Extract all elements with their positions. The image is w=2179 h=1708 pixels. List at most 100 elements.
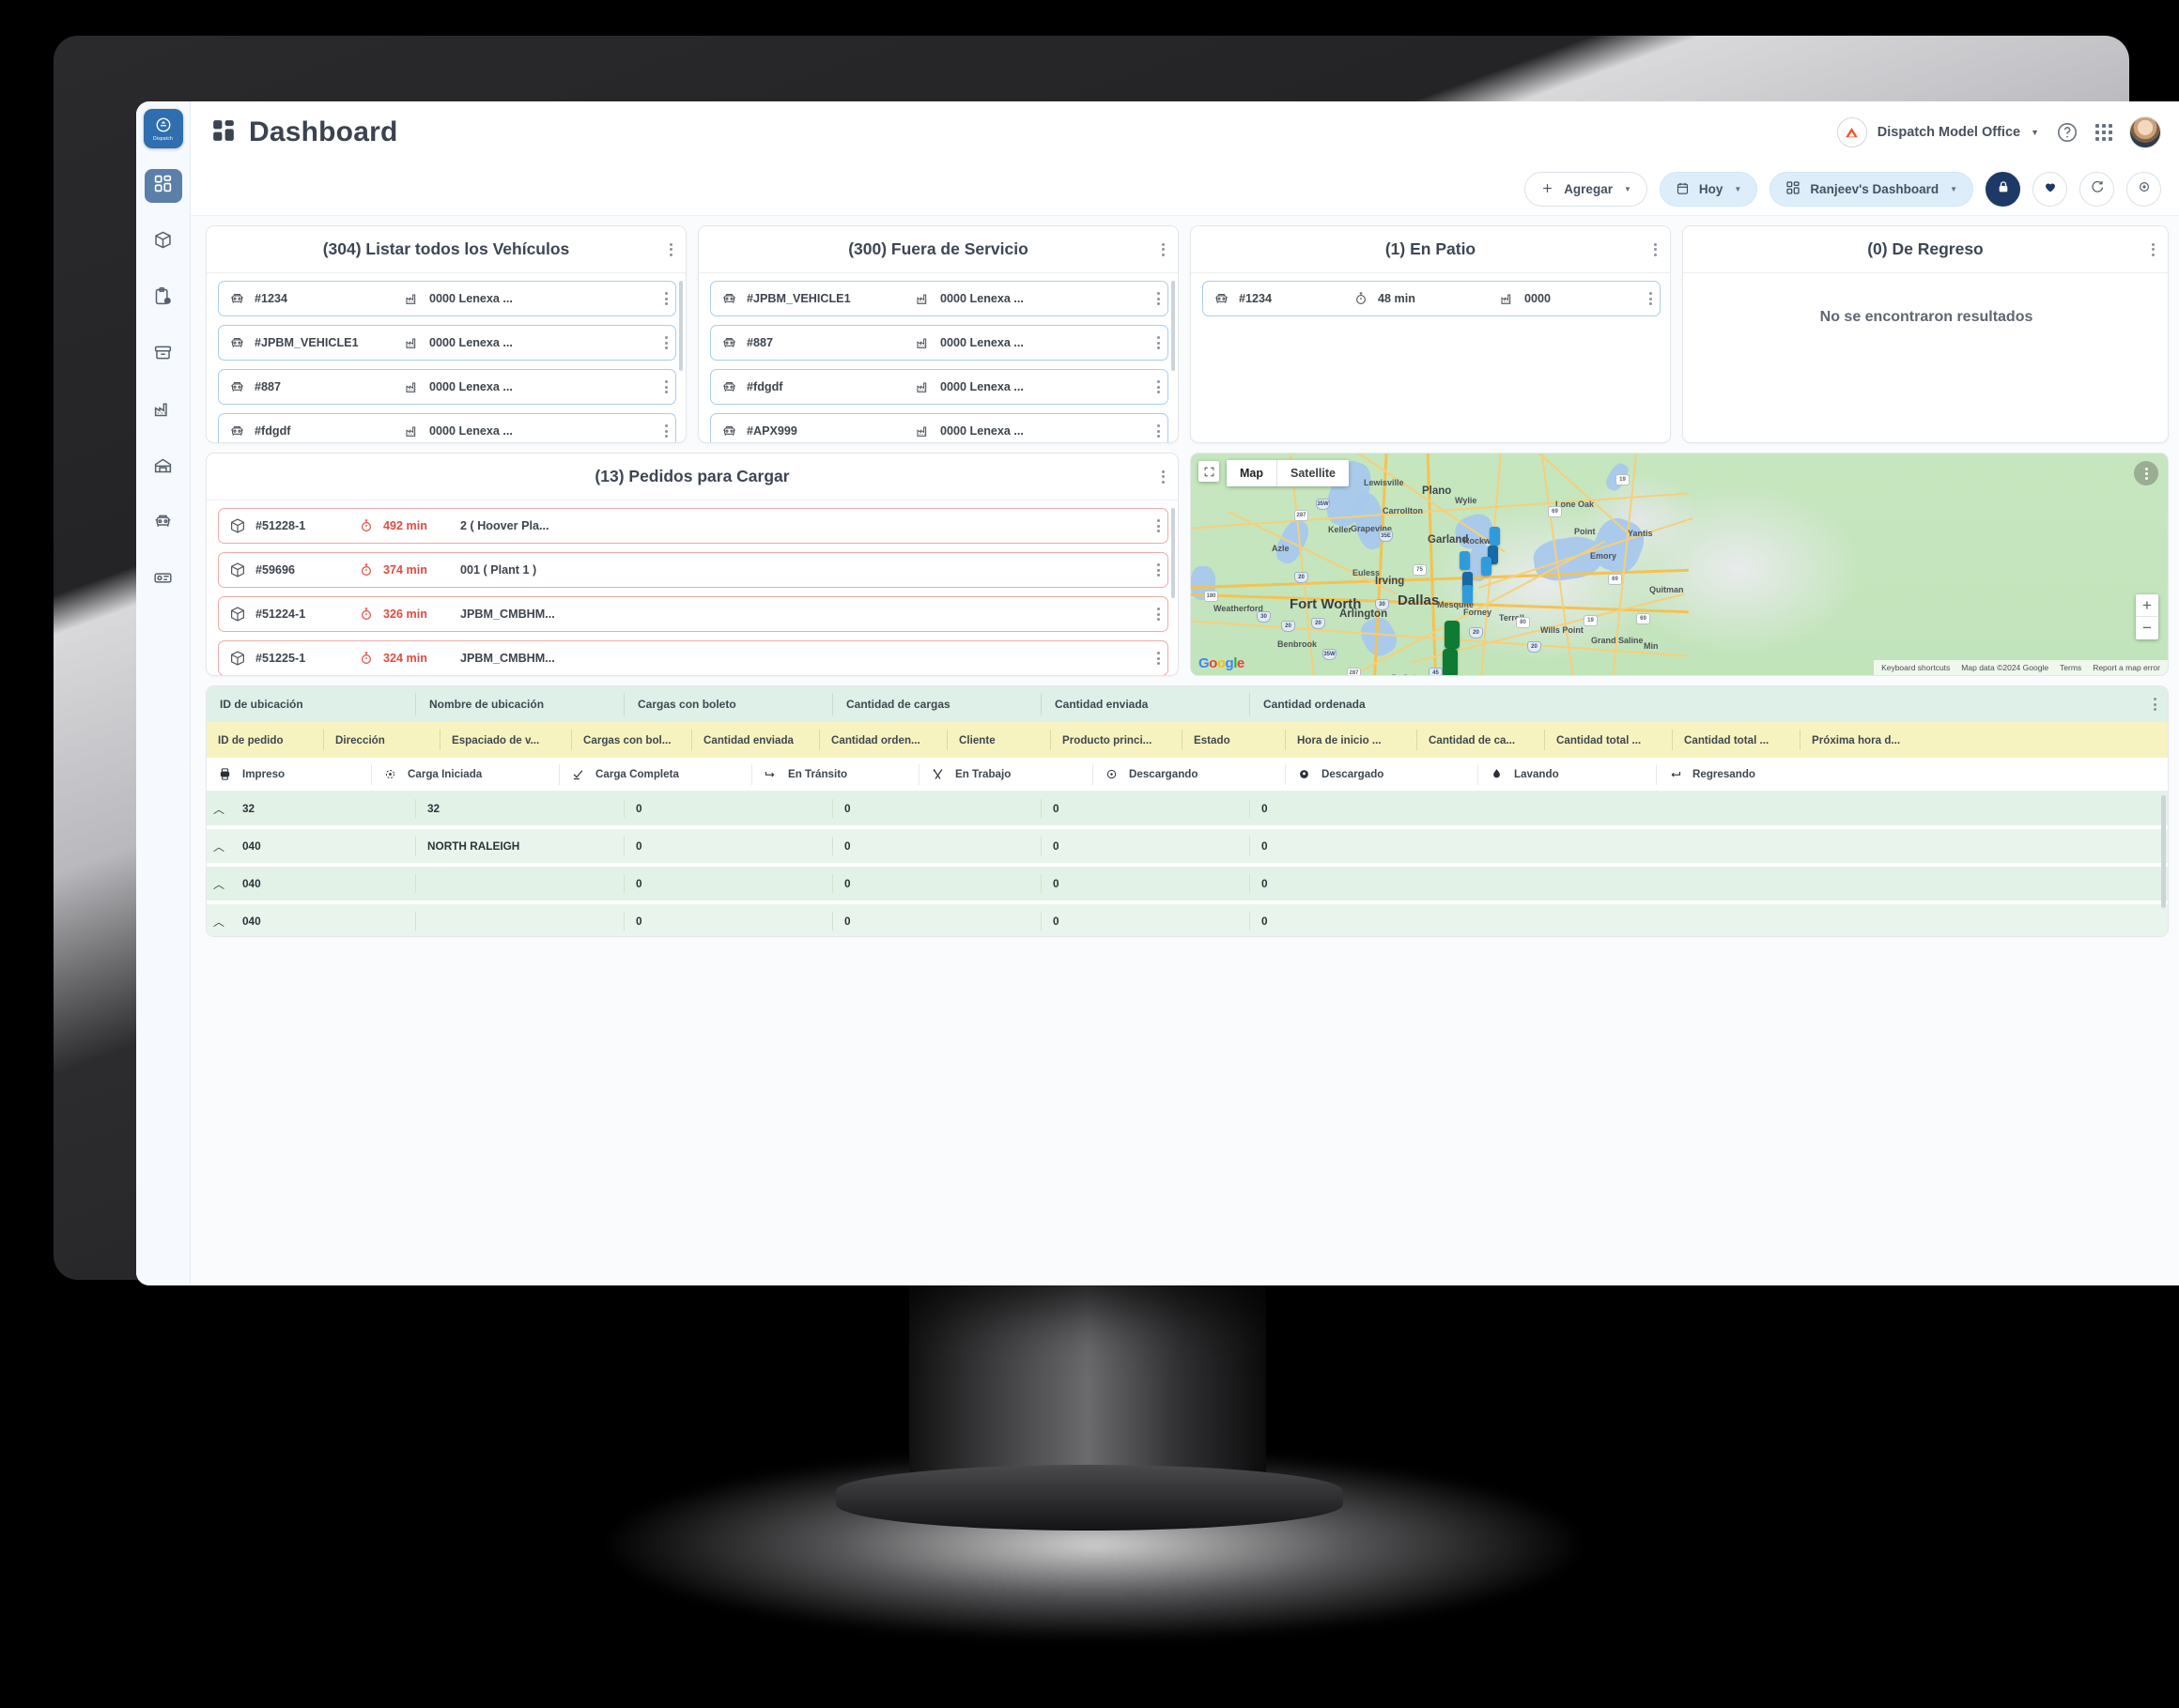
kebab-menu-icon[interactable] <box>1157 336 1160 349</box>
table-scrollbar[interactable] <box>2161 795 2166 908</box>
column-header-cell[interactable]: Producto princi... <box>1050 730 1182 750</box>
column-header-cell[interactable]: Cliente <box>947 730 1050 750</box>
map-vehicle-pin[interactable] <box>1460 551 1470 570</box>
sidebar-item-plants[interactable] <box>145 394 182 428</box>
sidebar-item-reports[interactable] <box>145 563 182 597</box>
kebab-menu-icon[interactable] <box>1654 242 1657 256</box>
list-item[interactable]: #JPBM_VEHICLE1 0000 Lenexa ... <box>710 281 1168 316</box>
column-header-cell[interactable]: Dirección <box>323 730 440 750</box>
kebab-menu-icon[interactable] <box>1157 292 1160 305</box>
group-header-cell[interactable]: ID de ubicación <box>207 693 415 716</box>
map-canvas[interactable]: Fort Worth Dallas Plano Garland Arlingto… <box>1191 454 2168 675</box>
column-header-cell[interactable]: Cantidad orden... <box>819 730 947 750</box>
column-header-cell[interactable]: Estado <box>1182 730 1285 750</box>
lock-button[interactable] <box>1986 172 2020 207</box>
card-body[interactable]: #1234 48 min 0000 <box>1191 273 1670 442</box>
chevron-up-icon[interactable]: ︿ <box>207 839 231 854</box>
kebab-menu-icon[interactable] <box>665 292 668 305</box>
list-item[interactable]: #fdgdf 0000 Lenexa ... <box>710 369 1168 405</box>
column-header-cell[interactable]: Cantidad total ... <box>1672 730 1800 750</box>
column-header-cell[interactable]: Cantidad enviada <box>691 730 819 750</box>
map-zoom-control[interactable]: + − <box>2136 594 2158 639</box>
add-button[interactable]: Agregar ▼ <box>1524 172 1647 207</box>
sidebar-item-tasks[interactable] <box>145 282 182 315</box>
sidebar-item-archive[interactable] <box>145 338 182 372</box>
attr-report-error[interactable]: Report a map error <box>2093 663 2160 672</box>
list-item[interactable]: #51225-1 324 min JPBM_CMBHM... <box>218 640 1168 675</box>
status-legend-lavando[interactable]: Lavando <box>1477 763 1656 785</box>
kebab-menu-icon[interactable] <box>1157 380 1160 393</box>
apps-grid-icon[interactable] <box>2095 124 2112 141</box>
list-item[interactable]: #1234 0000 Lenexa ... <box>218 281 676 316</box>
group-header-cell[interactable]: Cantidad enviada <box>1041 693 1249 716</box>
sidebar-item-orders[interactable] <box>145 225 182 259</box>
kebab-menu-icon[interactable] <box>1162 469 1165 484</box>
attr-terms[interactable]: Terms <box>2060 663 2081 672</box>
kebab-menu-icon[interactable] <box>1157 563 1160 577</box>
map-site-marker[interactable] <box>1443 649 1458 675</box>
attr-keyboard-shortcuts[interactable]: Keyboard shortcuts <box>1881 663 1950 672</box>
map-vehicle-pin[interactable] <box>1490 527 1500 546</box>
column-header-cell[interactable]: Cantidad de ca... <box>1416 730 1544 750</box>
status-legend-en-trabajo[interactable]: En Trabajo <box>919 763 1092 785</box>
dashboard-selector-button[interactable]: Ranjeev's Dashboard ▼ <box>1769 172 1973 207</box>
list-item[interactable]: #59696 374 min 001 ( Plant 1 ) <box>218 552 1168 588</box>
map-type-control[interactable]: Map Satellite <box>1227 460 1349 486</box>
status-legend-carga-iniciada[interactable]: Carga Iniciada <box>371 763 559 785</box>
column-header-cell[interactable]: Espaciado de v... <box>440 730 571 750</box>
sidebar-item-sites[interactable] <box>145 451 182 485</box>
list-item[interactable]: #51224-1 326 min JPBM_CMBHM... <box>218 596 1168 632</box>
org-switcher[interactable]: Dispatch Model Office ▼ <box>1836 117 2039 147</box>
kebab-menu-icon[interactable] <box>1157 652 1160 665</box>
group-header-cell[interactable]: Cargas con boleto <box>624 693 832 716</box>
help-circle-icon[interactable] <box>2056 121 2079 144</box>
status-legend-carga-completa[interactable]: Carga Completa <box>559 763 751 785</box>
list-item[interactable]: #JPBM_VEHICLE1 0000 Lenexa ... <box>218 325 676 361</box>
avatar[interactable] <box>2129 116 2161 148</box>
card-body[interactable]: #51228-1 492 min 2 ( Hoover Pla... #5969… <box>207 500 1178 675</box>
kebab-menu-icon[interactable] <box>1157 519 1160 532</box>
locations-table[interactable]: ID de ubicación Nombre de ubicación Carg… <box>206 685 2169 937</box>
table-row[interactable]: ︿ 040 NORTH RALEIGH 0 0 0 0 <box>207 829 2168 863</box>
favorite-button[interactable] <box>2032 172 2067 207</box>
list-item[interactable]: #1234 48 min 0000 <box>1202 281 1661 316</box>
map-vehicle-pin[interactable] <box>1462 585 1473 604</box>
download-button[interactable] <box>2126 172 2161 207</box>
kebab-menu-icon[interactable] <box>2154 698 2156 711</box>
zoom-out-button[interactable]: − <box>2136 617 2158 639</box>
group-header-cell[interactable]: Nombre de ubicación <box>415 693 624 716</box>
kebab-menu-icon[interactable] <box>1157 608 1160 621</box>
sidebar-item-dashboard[interactable] <box>144 169 182 203</box>
column-header-cell[interactable]: Cantidad total ... <box>1544 730 1672 750</box>
list-item[interactable]: #APX999 0000 Lenexa ... <box>710 413 1168 442</box>
list-item[interactable]: #887 0000 Lenexa ... <box>218 369 676 405</box>
kebab-menu-icon[interactable] <box>2134 461 2158 485</box>
map-site-marker[interactable] <box>1445 621 1460 649</box>
map-type-map[interactable]: Map <box>1227 460 1276 486</box>
kebab-menu-icon[interactable] <box>665 380 668 393</box>
status-legend-en-transito[interactable]: En Tránsito <box>751 763 919 785</box>
chevron-up-icon[interactable]: ︿ <box>207 876 231 892</box>
kebab-menu-icon[interactable] <box>1649 292 1652 305</box>
card-body[interactable]: #JPBM_VEHICLE1 0000 Lenexa ... #887 0000… <box>699 273 1178 442</box>
card-body[interactable]: #1234 0000 Lenexa ... #JPBM_VEHICLE1 000… <box>207 273 686 442</box>
column-header-cell[interactable]: Próxima hora d... <box>1800 730 1931 750</box>
group-header-cell[interactable]: Cantidad de cargas <box>832 693 1041 716</box>
date-filter-button[interactable]: Hoy ▼ <box>1659 172 1758 207</box>
brand-logo-tile[interactable]: Dispatch <box>143 109 183 148</box>
kebab-menu-icon[interactable] <box>1162 242 1165 256</box>
kebab-menu-icon[interactable] <box>1157 424 1160 438</box>
fullscreen-icon[interactable] <box>1198 461 1219 482</box>
table-row[interactable]: ︿ 040 0 0 0 0 <box>207 867 2168 900</box>
refresh-button[interactable] <box>2079 172 2114 207</box>
kebab-menu-icon[interactable] <box>2152 242 2155 256</box>
kebab-menu-icon[interactable] <box>670 242 672 256</box>
status-legend-descargando[interactable]: Descargando <box>1092 763 1285 785</box>
column-header-cell[interactable]: ID de pedido <box>207 730 323 750</box>
list-item[interactable]: #51228-1 492 min 2 ( Hoover Pla... <box>218 508 1168 544</box>
sidebar-item-vehicles[interactable] <box>145 507 182 541</box>
fleet-map[interactable]: Fort Worth Dallas Plano Garland Arlingto… <box>1190 453 2169 676</box>
column-header-cell[interactable]: Cargas con bol... <box>571 730 691 750</box>
list-item[interactable]: #887 0000 Lenexa ... <box>710 325 1168 361</box>
status-legend-impreso[interactable]: Impreso <box>207 764 371 785</box>
